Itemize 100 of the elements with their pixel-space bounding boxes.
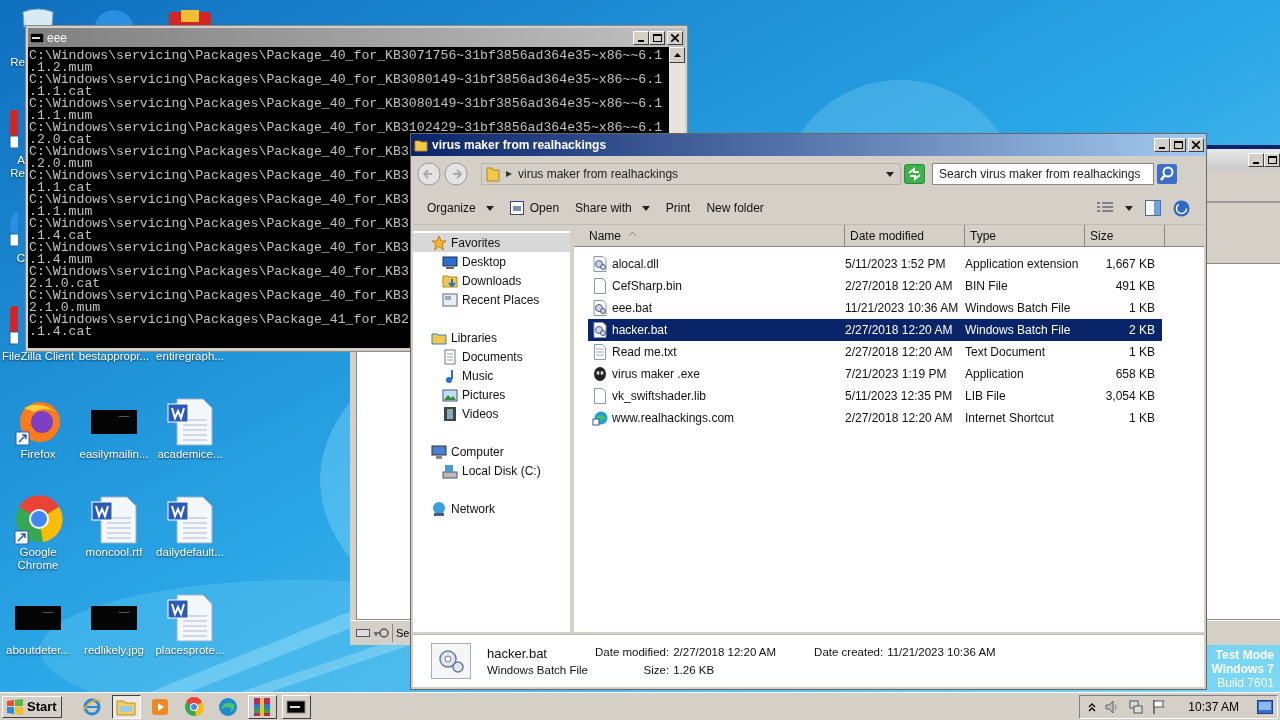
desktop-icon-label[interactable]: A Re — [0, 154, 25, 180]
file-row[interactable]: vk_swiftshader.lib 5/11/2023 12:35 PM LIB File 3,054 KB — [588, 385, 1162, 407]
details-label: Date modified: — [595, 646, 670, 658]
details-file-name: hacker.bat — [487, 646, 548, 661]
console-line: .2.0.mum — [29, 158, 93, 170]
file-row[interactable]: www.realhackings.com 2/27/2018 12:20 AM Internet Shortcut 1 KB — [588, 407, 1162, 429]
nav-item[interactable]: Recent Places — [413, 290, 570, 309]
monitor-icon — [442, 253, 458, 270]
browser-icon[interactable] — [13, 495, 63, 545]
document-icon[interactable] — [91, 496, 137, 544]
browser-icon — [82, 696, 103, 717]
close-button[interactable] — [667, 30, 683, 45]
monitor-icon — [431, 443, 447, 460]
console-line: .2.0.cat — [29, 134, 93, 146]
preview-pane-icon[interactable] — [1145, 200, 1161, 216]
toolbar-button[interactable]: Organize — [419, 197, 502, 219]
nav-item[interactable]: Favorites — [413, 233, 570, 252]
image-thumbnail-icon[interactable] — [15, 606, 61, 630]
view-options-icon[interactable] — [1097, 202, 1113, 214]
window-icon — [442, 291, 458, 308]
nav-item[interactable]: Libraries — [413, 328, 570, 347]
minimize-icon — [1253, 162, 1259, 164]
address-text: virus maker from realhackings — [518, 167, 679, 181]
image-thumbnail-icon[interactable] — [91, 410, 137, 434]
scrollbar[interactable] — [669, 47, 685, 133]
address-field[interactable]: virus maker from realhackings — [481, 163, 901, 185]
file-row[interactable]: eee.bat 11/21/2023 10:36 AM Windows Batch File 1 KB — [588, 297, 1162, 319]
toolbar-button[interactable]: Print — [657, 197, 699, 219]
desktop-icon-label[interactable]: C — [0, 252, 25, 265]
file-row[interactable]: hacker.bat 2/27/2018 12:20 AM Windows Batch File 2 KB — [588, 319, 1162, 341]
gear-file-icon — [592, 300, 608, 316]
caret-icon — [641, 205, 650, 211]
image-thumbnail-icon[interactable] — [91, 606, 137, 630]
date-cell: 2/27/2018 12:20 AM — [845, 279, 953, 293]
os-notice-text: Windows 7 — [1211, 662, 1274, 676]
console-line: .1.4.cat — [29, 326, 93, 338]
console-line: C:\Windows\servicing\Packages\Package_40_for_KB3 — [29, 290, 409, 302]
minimize-button[interactable] — [1248, 153, 1264, 167]
date-cell: 2/27/2018 12:20 AM — [845, 345, 953, 359]
minimize-button[interactable] — [1154, 138, 1170, 152]
maximize-button[interactable] — [649, 30, 665, 45]
nav-item[interactable]: Local Disk (C:) — [413, 461, 570, 480]
file-name: Read me.txt — [612, 345, 677, 359]
size-cell: 658 KB — [1115, 367, 1155, 381]
desktop-icon-label[interactable]: FileZilla Client — [1, 350, 75, 363]
caret-icon — [485, 205, 494, 211]
start-button[interactable]: Start — [2, 695, 62, 718]
nav-item[interactable]: Documents — [413, 347, 570, 366]
search-icon[interactable] — [1157, 164, 1177, 184]
size-cell: 1 KB — [1129, 301, 1155, 315]
refresh-button[interactable] — [904, 164, 925, 184]
minimize-button[interactable] — [633, 30, 649, 45]
column-header[interactable]: Size — [1085, 225, 1165, 246]
type-cell: Application extension — [965, 257, 1079, 271]
column-header[interactable]: Name — [574, 225, 845, 246]
console-line: .1.1.cat — [29, 182, 93, 194]
document-icon[interactable] — [167, 594, 213, 642]
flag-icon[interactable] — [1152, 698, 1167, 715]
clock[interactable]: 10:37 AM — [1188, 699, 1239, 714]
network-icon[interactable] — [1128, 698, 1145, 715]
search-field[interactable]: Search virus maker from realhackings — [932, 163, 1154, 185]
maximize-button[interactable] — [1264, 153, 1280, 167]
nav-item[interactable]: Desktop — [413, 252, 570, 271]
document-icon[interactable] — [167, 496, 213, 544]
file-row[interactable]: virus maker .exe 7/21/2023 1:19 PM Application 658 KB — [588, 363, 1162, 385]
toolbar-button[interactable]: Open — [501, 197, 568, 219]
file-name: eee.bat — [612, 301, 653, 315]
caret-icon[interactable] — [1125, 205, 1133, 211]
date-cell: 2/27/2018 12:20 AM — [845, 323, 953, 337]
maximize-button[interactable] — [1170, 138, 1186, 152]
nav-item[interactable]: Videos — [413, 404, 570, 423]
console-line: .1.1.mum — [29, 110, 93, 122]
details-file-type: Windows Batch File — [487, 664, 589, 676]
toolbar-button[interactable]: Share with — [567, 197, 658, 219]
file-row[interactable]: alocal.dll 5/11/2023 1:52 PM Application extension 1,667 KB — [588, 253, 1162, 275]
nav-item[interactable]: Pictures — [413, 385, 570, 404]
desktop-icon-label[interactable]: Re — [0, 56, 25, 69]
file-row[interactable]: CefSharp.bin 2/27/2018 12:20 AM BIN File 491 KB — [588, 275, 1162, 297]
column-header[interactable]: Type — [965, 225, 1085, 246]
column-header[interactable]: Date modified — [845, 225, 965, 246]
taskbar-button[interactable] — [111, 694, 141, 719]
nav-item[interactable]: Network — [413, 499, 570, 518]
help-icon[interactable] — [1173, 199, 1190, 217]
nav-item[interactable]: Computer — [413, 442, 570, 461]
star-icon — [431, 234, 447, 251]
show-desktop-icon[interactable] — [1257, 699, 1273, 714]
details-value: 11/21/2023 10:36 AM — [887, 646, 996, 658]
date-cell: 5/11/2023 1:52 PM — [845, 257, 946, 271]
document-icon[interactable] — [167, 398, 213, 446]
chevron-up-icon[interactable] — [1088, 701, 1097, 712]
toolbar-button[interactable]: New folder — [698, 197, 772, 219]
nav-item[interactable]: Downloads — [413, 271, 570, 290]
console-line: .1.2.mum — [29, 62, 93, 74]
media-player-icon — [150, 696, 171, 717]
nav-item[interactable]: Music — [413, 366, 570, 385]
keyboard-icon — [356, 629, 370, 637]
close-button[interactable] — [1188, 138, 1204, 152]
file-row[interactable]: Read me.txt 2/27/2018 12:20 AM Text Document 1 KB — [588, 341, 1162, 363]
film-icon — [442, 405, 458, 422]
console-line: C:\Windows\servicing\Packages\Package_40_for_KB3 — [29, 266, 409, 278]
